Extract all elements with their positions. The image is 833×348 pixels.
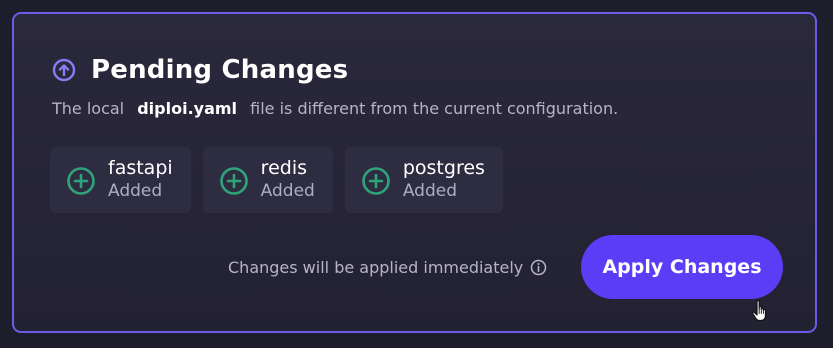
config-file-name: diploi.yaml [137, 99, 238, 118]
change-item-redis: redis Added [202, 147, 333, 213]
change-item-postgres: postgres Added [344, 147, 503, 213]
arrow-up-circle-icon [52, 58, 76, 82]
apply-note: Changes will be applied immediately [228, 258, 547, 277]
plus-circle-icon [219, 166, 249, 196]
plus-circle-icon [361, 166, 391, 196]
info-icon[interactable] [530, 259, 547, 276]
change-name: redis [260, 157, 307, 179]
hand-pointer-cursor-icon [751, 299, 771, 323]
change-status: Added [402, 181, 458, 201]
change-item-fastapi: fastapi Added [50, 147, 191, 213]
description-prefix: The local [52, 99, 125, 118]
pending-changes-panel: Pending Changes The local diploi.yaml fi… [12, 12, 817, 333]
change-status: Added [260, 181, 315, 201]
change-name: postgres [402, 157, 485, 179]
panel-header: Pending Changes [52, 54, 348, 86]
change-status: Added [108, 181, 163, 201]
change-name: fastapi [108, 157, 173, 179]
apply-changes-button[interactable]: Apply Changes [581, 235, 783, 299]
panel-title: Pending Changes [91, 55, 349, 85]
apply-note-text: Changes will be applied immediately [228, 258, 524, 277]
change-list: fastapi Added redis Added postgres Added [50, 147, 503, 213]
description-suffix: file is different from the current confi… [250, 99, 619, 118]
panel-description: The local diploi.yaml file is different … [52, 99, 618, 118]
plus-circle-icon [66, 166, 96, 196]
